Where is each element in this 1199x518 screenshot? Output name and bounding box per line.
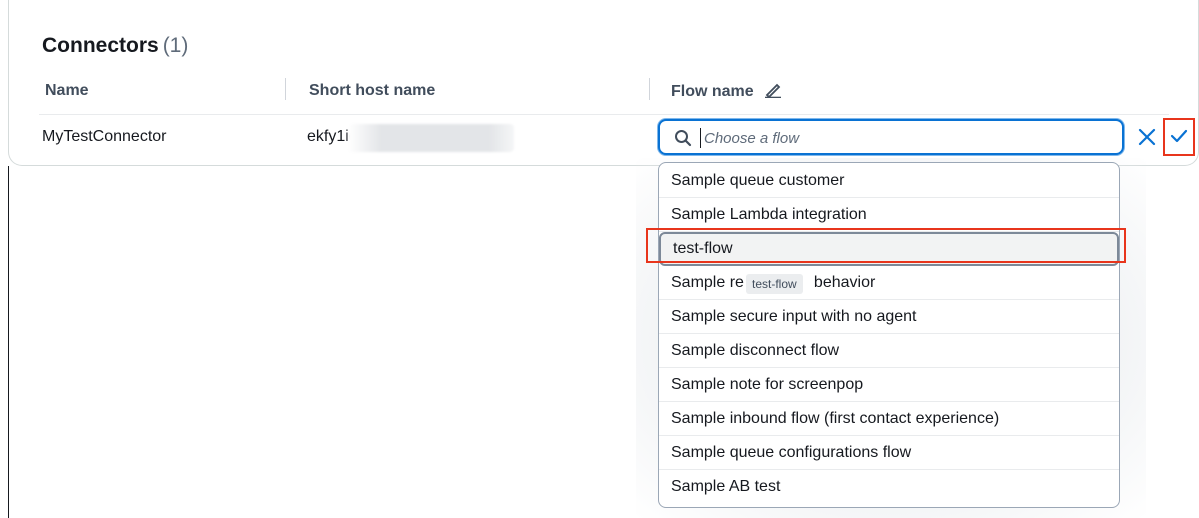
panel-title: Connectors (1): [42, 34, 188, 58]
flow-option[interactable]: Sample inbound flow (first contact exper…: [659, 402, 1119, 436]
column-resizer[interactable]: [285, 78, 286, 100]
confirm-edit-button[interactable]: [1163, 118, 1195, 156]
checkmark-icon: [1168, 129, 1190, 150]
flow-option[interactable]: Sample Lambda integration: [659, 198, 1119, 232]
search-icon: [674, 129, 692, 152]
close-icon: [1135, 128, 1159, 152]
flow-option[interactable]: Sample note for screenpop: [659, 368, 1119, 402]
connector-name-cell: MyTestConnector: [42, 128, 167, 145]
flow-option[interactable]: Sample disconnect flow: [659, 334, 1119, 368]
flow-option-test-flow[interactable]: test-flow: [659, 232, 1119, 266]
redacted-host-name: [348, 124, 514, 152]
option-tooltip: test-flow: [746, 274, 803, 294]
column-header-flow-name-label: Flow name: [671, 83, 754, 100]
flow-option[interactable]: Sample queue customer: [659, 164, 1119, 198]
column-resizer[interactable]: [649, 78, 650, 100]
panel-title-text: Connectors: [42, 34, 159, 57]
flow-option[interactable]: Sample queue configurations flow: [659, 436, 1119, 470]
connector-count: (1): [162, 34, 189, 57]
flow-option[interactable]: Sample re behavior: [659, 266, 1119, 300]
flow-option[interactable]: Sample AB test: [659, 470, 1119, 504]
column-header-flow-name: Flow name: [671, 82, 782, 103]
flow-option[interactable]: Sample secure input with no agent: [659, 300, 1119, 334]
cancel-edit-button[interactable]: [1135, 125, 1159, 149]
page-left-edge: [8, 166, 9, 518]
column-header-name: Name: [45, 82, 89, 99]
flow-option-label: Sample re: [671, 274, 744, 291]
pencil-icon: [764, 82, 782, 103]
flow-search-input[interactable]: [702, 127, 1106, 149]
column-header-short-host-name: Short host name: [309, 82, 436, 99]
flow-search-field[interactable]: [658, 119, 1124, 155]
text-caret: [700, 128, 701, 148]
flow-option-label-tail: behavior: [813, 274, 876, 291]
row-divider: [39, 114, 1169, 115]
flow-dropdown-list: Sample queue customer Sample Lambda inte…: [658, 162, 1120, 508]
